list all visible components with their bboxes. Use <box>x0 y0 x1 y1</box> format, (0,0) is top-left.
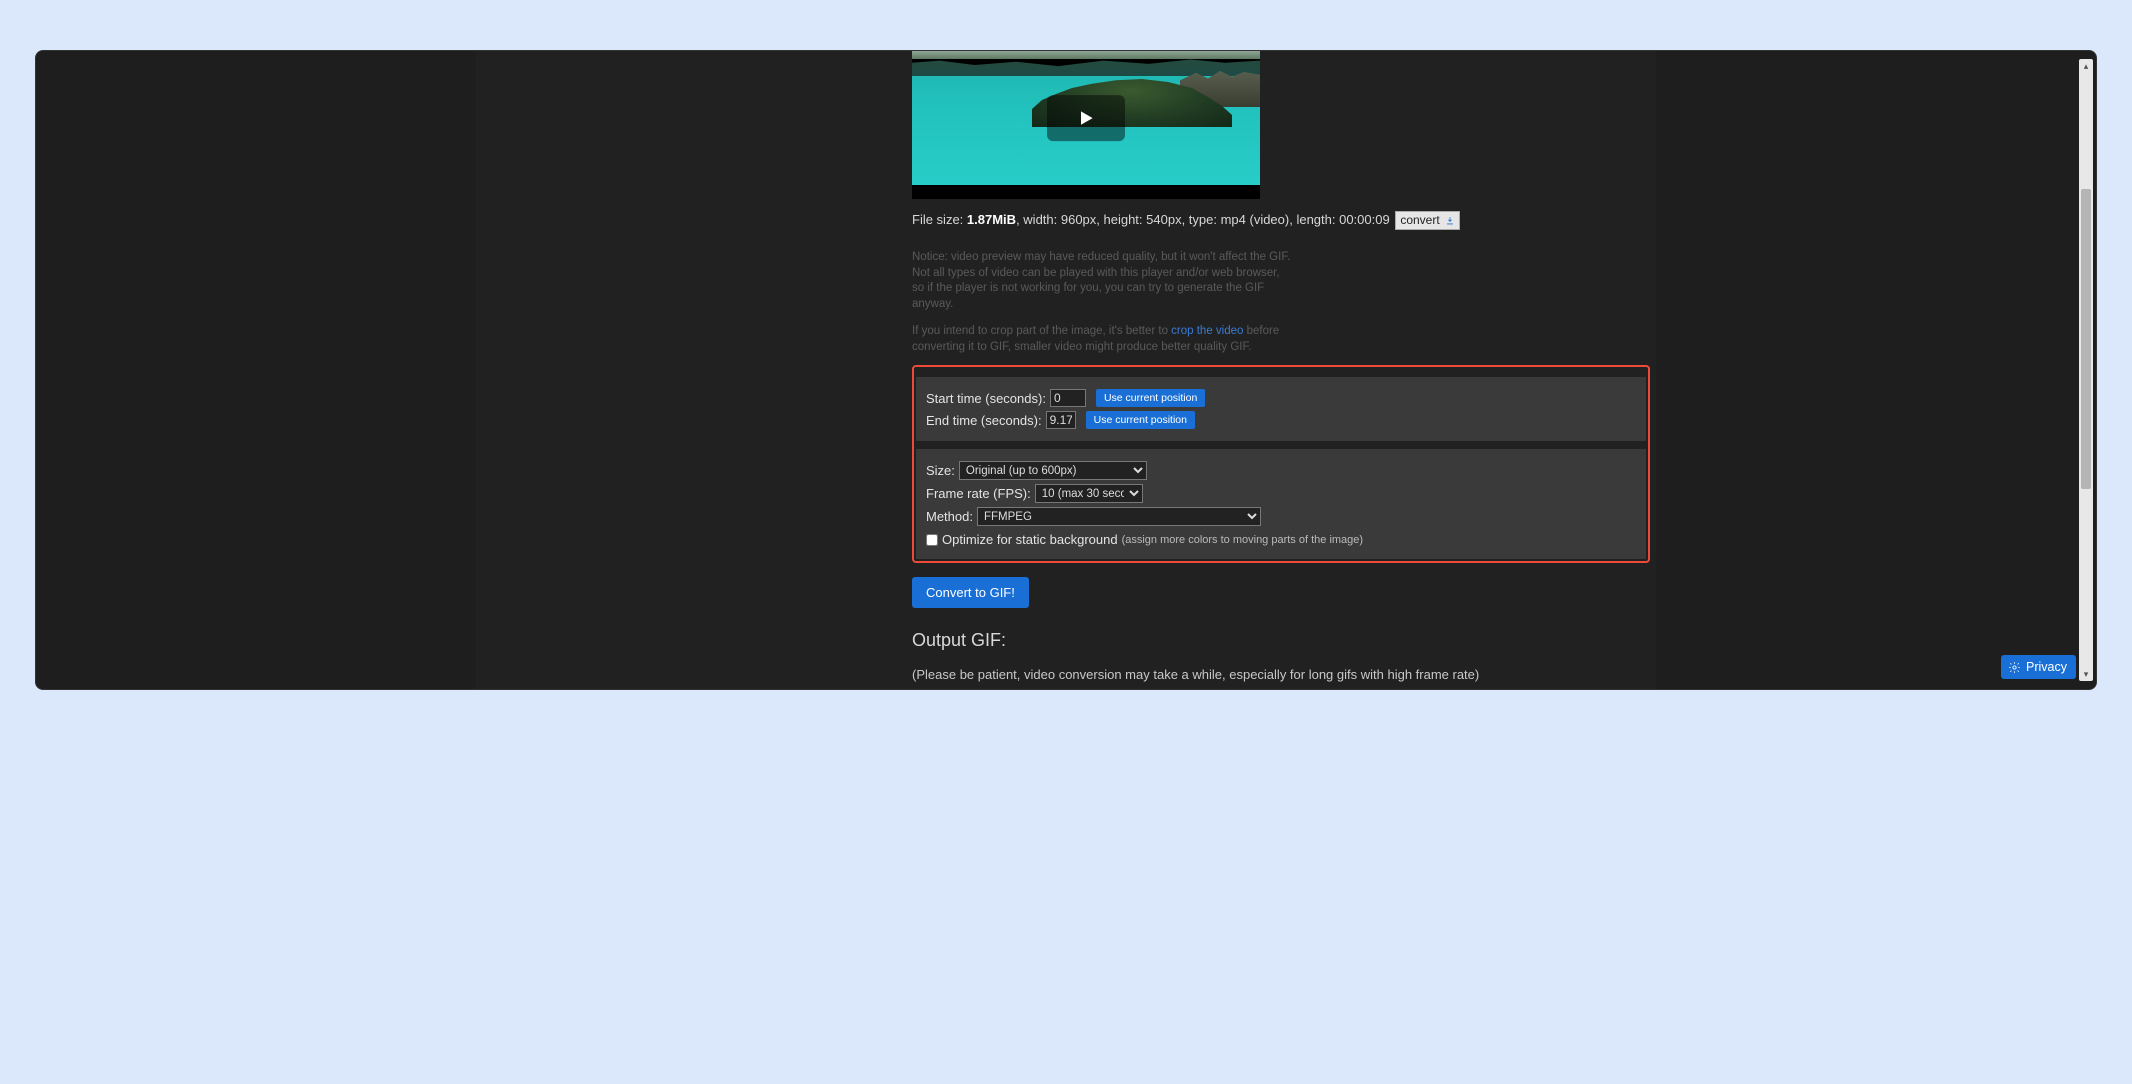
start-time-label: Start time (seconds): <box>926 391 1046 406</box>
privacy-button[interactable]: Privacy <box>2001 655 2076 679</box>
file-size-label: File size: <box>912 212 963 227</box>
scroll-down-icon[interactable]: ▾ <box>2079 667 2093 681</box>
fps-select[interactable]: 10 (max 30 seconds) <box>1035 484 1143 503</box>
file-size-value: 1.87MiB <box>967 212 1016 227</box>
gear-icon <box>2008 661 2021 674</box>
output-heading: Output GIF: <box>912 630 1650 651</box>
start-time-input[interactable] <box>1050 389 1086 407</box>
method-label: Method: <box>926 509 973 524</box>
file-info: File size: 1.87MiB, width: 960px, height… <box>912 211 1650 230</box>
settings-highlight: Start time (seconds): Use current positi… <box>912 365 1650 563</box>
end-time-label: End time (seconds): <box>926 413 1042 428</box>
video-preview[interactable] <box>912 51 1260 199</box>
fps-label: Frame rate (FPS): <box>926 486 1031 501</box>
page-content: File size: 1.87MiB, width: 960px, height… <box>476 51 1656 690</box>
options-panel: Size: Original (up to 600px) Frame rate … <box>916 449 1646 559</box>
app-window: File size: 1.87MiB, width: 960px, height… <box>35 50 2097 690</box>
download-icon <box>1445 216 1455 226</box>
optimize-static-label: Optimize for static background <box>942 532 1118 547</box>
play-button[interactable] <box>1047 95 1125 141</box>
vertical-scrollbar[interactable]: ▴ ▾ <box>2079 59 2093 681</box>
file-meta-text: , width: 960px, height: 540px, type: mp4… <box>1016 212 1390 227</box>
privacy-label: Privacy <box>2026 660 2067 674</box>
use-current-end-button[interactable]: Use current position <box>1086 411 1195 429</box>
size-label: Size: <box>926 463 955 478</box>
crop-video-link[interactable]: crop the video <box>1171 325 1243 337</box>
use-current-start-button[interactable]: Use current position <box>1096 389 1205 407</box>
scroll-thumb[interactable] <box>2081 189 2091 489</box>
output-note: (Please be patient, video conversion may… <box>912 667 1650 682</box>
preview-notice: Notice: video preview may have reduced q… <box>912 250 1650 355</box>
method-select[interactable]: FFMPEG <box>977 507 1261 526</box>
play-icon <box>1076 108 1096 128</box>
optimize-static-checkbox[interactable] <box>926 534 938 546</box>
scroll-up-icon[interactable]: ▴ <box>2079 59 2093 73</box>
time-panel: Start time (seconds): Use current positi… <box>916 377 1646 441</box>
optimize-static-hint: (assign more colors to moving parts of t… <box>1122 534 1364 546</box>
convert-small-button[interactable]: convert <box>1395 211 1460 230</box>
end-time-input[interactable] <box>1046 411 1076 429</box>
convert-to-gif-button[interactable]: Convert to GIF! <box>912 577 1029 608</box>
size-select[interactable]: Original (up to 600px) <box>959 461 1147 480</box>
